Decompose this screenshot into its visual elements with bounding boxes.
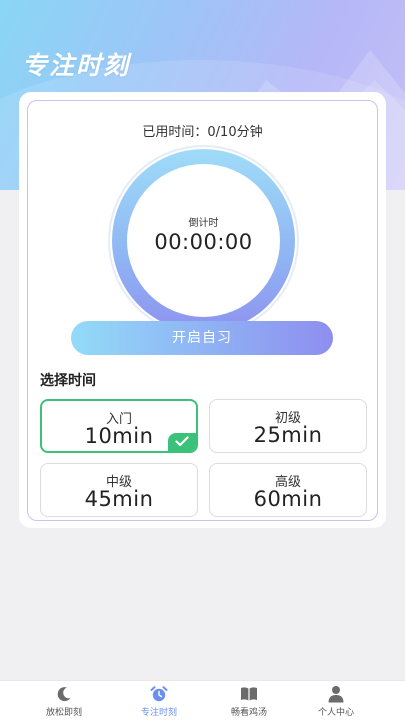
tab-label: 专注时刻 — [140, 708, 177, 718]
bottom-tab-bar: 放松即刻 专注时刻 畅看鸡汤 个人中心 — [0, 680, 405, 720]
alarm-clock-icon — [149, 685, 169, 703]
select-time-title: 选择时间 — [40, 373, 96, 389]
option-duration: 60min — [253, 487, 323, 511]
tab-relax[interactable]: 放松即刻 — [18, 681, 110, 720]
page-title: 专注时刻 — [22, 51, 131, 80]
tab-label: 畅看鸡汤 — [230, 708, 267, 718]
used-time-label: 已用时间：0/10分钟 — [142, 125, 263, 140]
focus-timer-card: 已用时间：0/10分钟 倒计时 00:00:00 开启自习 选择时间 入门 10… — [19, 92, 386, 528]
tab-focus[interactable]: 专注时刻 — [113, 681, 205, 720]
time-option-beginner[interactable]: 入门 10min — [40, 399, 198, 453]
focus-timer-card-frame: 已用时间：0/10分钟 倒计时 00:00:00 开启自习 选择时间 入门 10… — [27, 100, 378, 521]
option-duration: 45min — [84, 487, 154, 511]
tab-label: 个人中心 — [317, 708, 354, 718]
moon-icon — [54, 685, 74, 703]
time-option-intermediate[interactable]: 中级 45min — [40, 463, 198, 517]
time-option-advanced[interactable]: 高级 60min — [209, 463, 367, 517]
countdown-value: 00:00:00 — [154, 230, 253, 254]
start-study-button[interactable]: 开启自习 — [71, 321, 333, 355]
tab-quotes[interactable]: 畅看鸡汤 — [203, 681, 295, 720]
timer-ring-center: 倒计时 00:00:00 — [127, 164, 280, 317]
timer-ring: 倒计时 00:00:00 — [112, 149, 295, 332]
selected-check-icon — [168, 433, 196, 451]
time-option-elementary[interactable]: 初级 25min — [209, 399, 367, 453]
person-icon — [326, 685, 346, 703]
countdown-label: 倒计时 — [188, 218, 219, 229]
book-icon — [239, 685, 259, 703]
tab-profile[interactable]: 个人中心 — [290, 681, 382, 720]
tab-label: 放松即刻 — [45, 708, 82, 718]
option-duration: 25min — [253, 423, 323, 447]
